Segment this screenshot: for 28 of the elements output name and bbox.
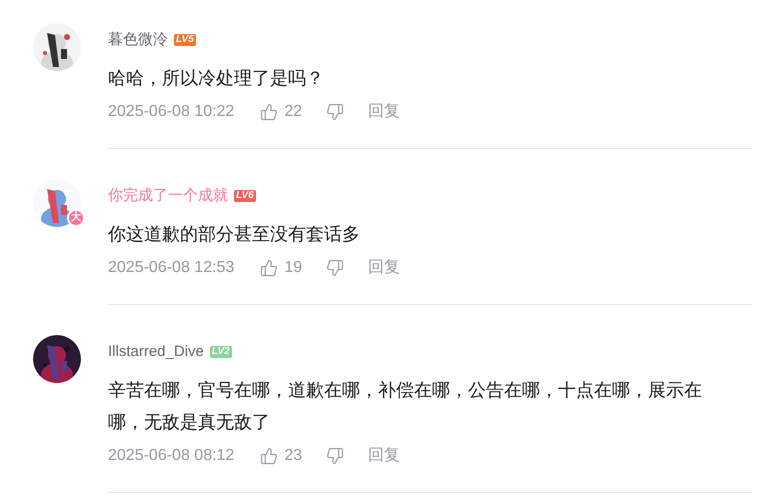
thumbs-up-icon bbox=[260, 259, 278, 277]
level-badge: LV6 bbox=[234, 190, 256, 202]
username[interactable]: Illstarred_Dive bbox=[108, 340, 204, 364]
username[interactable]: 暮色微泠 bbox=[108, 28, 168, 52]
dislike-button[interactable] bbox=[326, 259, 344, 277]
avatar-badge: 大 bbox=[67, 209, 85, 227]
thumbs-down-icon bbox=[326, 259, 344, 277]
thumbs-up-icon bbox=[260, 447, 278, 465]
like-button[interactable]: 23 bbox=[260, 444, 302, 468]
dislike-button[interactable] bbox=[326, 447, 344, 465]
dislike-button[interactable] bbox=[326, 103, 344, 121]
level-badge: LV2 bbox=[210, 346, 232, 358]
reply-button[interactable]: 回复 bbox=[368, 256, 400, 280]
comment-text: 哈哈，所以冷处理了是吗？ bbox=[108, 67, 325, 90]
timestamp: 2025-06-08 12:53 bbox=[108, 258, 234, 278]
like-button[interactable]: 19 bbox=[260, 256, 302, 280]
like-button[interactable]: 22 bbox=[260, 100, 302, 124]
comment-text: 你这道歉的部分甚至没有套话多 bbox=[108, 223, 361, 246]
timestamp: 2025-06-08 10:22 bbox=[108, 102, 234, 122]
comment-text: 辛苦在哪，官号在哪，道歉在哪，补偿在哪，公告在哪，十点在哪，展示在哪，无敌是真无敌了 bbox=[108, 379, 703, 434]
timestamp: 2025-06-08 08:12 bbox=[108, 446, 234, 466]
thumbs-up-icon bbox=[260, 103, 278, 121]
reply-button[interactable]: 回复 bbox=[368, 444, 400, 468]
username[interactable]: 你完成了一个成就 bbox=[108, 184, 228, 208]
thumbs-down-icon bbox=[326, 447, 344, 465]
reply-button[interactable]: 回复 bbox=[368, 100, 400, 124]
thumbs-down-icon bbox=[326, 103, 344, 121]
level-badge: LV5 bbox=[174, 34, 196, 46]
